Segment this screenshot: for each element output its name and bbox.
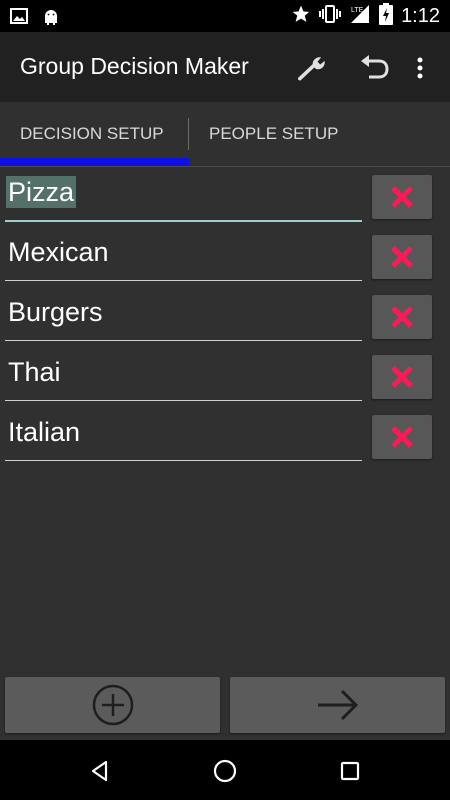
list-item: Mexican [0, 227, 450, 287]
delete-x-icon [391, 186, 413, 208]
tab-selected-indicator [0, 158, 189, 166]
recents-icon[interactable] [334, 755, 366, 787]
wrench-icon[interactable] [298, 52, 330, 84]
add-circle-icon [92, 684, 133, 726]
overflow-menu-icon[interactable] [404, 52, 436, 84]
option-text: Pizza [6, 176, 77, 208]
delete-x-icon [391, 246, 413, 268]
status-time: 1:12 [401, 4, 440, 27]
option-text: Mexican [8, 237, 109, 267]
list-item: Burgers [0, 287, 450, 347]
delete-x-icon [391, 366, 413, 388]
status-bar: LTE 1:12 [0, 0, 450, 32]
delete-option-button[interactable] [372, 415, 432, 459]
arrow-right-icon [317, 689, 358, 721]
tab-bar: DECISION SETUP PEOPLE SETUP [0, 102, 450, 167]
tab-people-setup[interactable]: PEOPLE SETUP [209, 102, 338, 166]
home-icon[interactable] [209, 755, 241, 787]
undo-icon[interactable] [358, 52, 390, 84]
star-icon [291, 4, 311, 29]
add-option-button[interactable] [5, 677, 220, 733]
option-input[interactable]: Pizza [5, 167, 362, 222]
next-button[interactable] [230, 677, 445, 733]
navigation-bar [0, 740, 450, 800]
vibrate-icon [319, 4, 342, 29]
delete-option-button[interactable] [372, 355, 432, 399]
delete-option-button[interactable] [372, 235, 432, 279]
android-icon [42, 7, 60, 30]
delete-x-icon [391, 306, 413, 328]
back-icon[interactable] [84, 755, 116, 787]
list-item: Thai [0, 347, 450, 407]
option-text: Italian [8, 417, 81, 447]
delete-option-button[interactable] [372, 175, 432, 219]
option-text: Burgers [8, 297, 103, 327]
battery-charging-icon [379, 2, 394, 30]
option-input[interactable]: Mexican [5, 227, 362, 281]
delete-option-button[interactable] [372, 295, 432, 339]
app-title: Group Decision Maker [20, 53, 249, 79]
option-input[interactable]: Thai [5, 347, 362, 401]
tab-decision-setup[interactable]: DECISION SETUP [20, 102, 164, 166]
list-item: Italian [0, 407, 450, 467]
svg-text:LTE: LTE [351, 7, 364, 14]
option-text: Thai [8, 357, 61, 387]
delete-x-icon [391, 426, 413, 448]
option-input[interactable]: Italian [5, 407, 362, 461]
lte-signal-icon: LTE [349, 4, 371, 29]
option-input[interactable]: Burgers [5, 287, 362, 341]
list-item: Pizza [0, 167, 450, 227]
tab-divider [188, 118, 189, 150]
image-icon [10, 7, 28, 30]
action-bar: Group Decision Maker [0, 32, 450, 102]
